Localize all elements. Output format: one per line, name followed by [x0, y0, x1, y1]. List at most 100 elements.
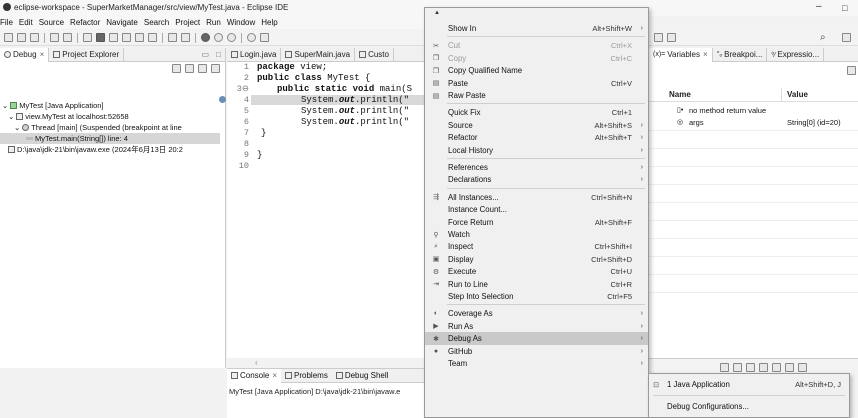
menu-item-debug-as[interactable]: ✱ Debug As ›: [425, 332, 648, 346]
menu-file[interactable]: File: [0, 18, 13, 27]
step-over-icon[interactable]: [135, 33, 144, 42]
tree-item-stack-frame[interactable]: MyTest.main(String[]) line: 4: [0, 133, 220, 144]
toolbar-icon[interactable]: [720, 363, 729, 372]
column-value[interactable]: Value: [787, 90, 808, 99]
debug-run-icon[interactable]: [201, 33, 210, 42]
menu-item-debug-configurations[interactable]: Debug Configurations...: [649, 400, 849, 413]
menu-refactor[interactable]: Refactor: [70, 18, 100, 27]
column-name[interactable]: Name: [669, 90, 691, 99]
menu-search[interactable]: Search: [144, 18, 169, 27]
maximize-view-icon[interactable]: □: [216, 50, 221, 59]
minimize-view-icon[interactable]: ▭: [201, 50, 209, 59]
tab-problems[interactable]: Problems: [281, 369, 332, 383]
variable-row[interactable]: ▯• no method return value: [649, 106, 858, 117]
tab-supermain-java[interactable]: SuperMain.java: [281, 47, 356, 62]
menu-item-step-into-selection[interactable]: Step Into Selection Ctrl+F5: [425, 290, 648, 303]
breakpoint-marker-icon[interactable]: [219, 96, 226, 103]
menu-item-coverage-as[interactable]: ◐ Coverage As ›: [425, 307, 648, 320]
menu-help[interactable]: Help: [261, 18, 277, 27]
step-into-icon[interactable]: [122, 33, 131, 42]
close-icon[interactable]: ×: [272, 371, 277, 380]
menu-item-display[interactable]: ▣ Display Ctrl+Shift+D: [425, 253, 648, 266]
code-area[interactable]: package view; public class MyTest { publ…: [227, 62, 430, 182]
pin-editor-icon[interactable]: [667, 33, 676, 42]
tree-item-process[interactable]: D:\java\jdk-21\bin\javaw.exe (2024年6月13日…: [0, 144, 183, 155]
tab-project-explorer[interactable]: Project Explorer: [49, 47, 125, 62]
perspective-icon[interactable]: [840, 33, 853, 42]
restore-button[interactable]: □: [842, 3, 847, 13]
toolbar-icon[interactable]: [733, 363, 742, 372]
toolbar-icon[interactable]: [772, 363, 781, 372]
tab-expressions[interactable]: ⁰⁄ Expressio...: [767, 47, 825, 62]
resume-icon[interactable]: [63, 33, 72, 42]
drop-to-frame-icon[interactable]: [168, 33, 177, 42]
new-icon[interactable]: [4, 33, 13, 42]
tab-variables[interactable]: (x)= Variables ×: [649, 47, 713, 62]
globe-icon[interactable]: [247, 33, 256, 42]
tab-login-java[interactable]: Login.java: [227, 47, 282, 62]
tab-console[interactable]: Console ×: [227, 368, 282, 383]
open-type-icon[interactable]: [260, 33, 269, 42]
suspend-icon[interactable]: [83, 33, 92, 42]
menu-item-inspect[interactable]: ⌕ Inspect Ctrl+Shift+I: [425, 240, 648, 253]
menu-item-quick-fix[interactable]: Quick Fix Ctrl+1: [425, 106, 648, 119]
toolbar-icon[interactable]: [746, 363, 755, 372]
menu-item-watch[interactable]: ⚲ Watch: [425, 228, 648, 241]
menu-window[interactable]: Window: [227, 18, 255, 27]
tree-item-vm[interactable]: ⌄ view.MyTest at localhost:52658: [0, 111, 129, 122]
view-menu-icon[interactable]: [845, 66, 858, 75]
remove-terminated-icon[interactable]: [185, 64, 194, 73]
minimize-button[interactable]: –: [816, 1, 822, 12]
disconnect-icon[interactable]: [109, 33, 118, 42]
forward-icon[interactable]: [654, 33, 663, 42]
menu-item-run-to-line[interactable]: ⇥ Run to Line Ctrl+R: [425, 278, 648, 291]
run-icon[interactable]: [214, 33, 223, 42]
menu-item-run-as[interactable]: ▶ Run As ›: [425, 320, 648, 333]
variable-row[interactable]: ◎ args String[0] (id=20): [649, 118, 858, 129]
tab-custo[interactable]: Custo: [355, 47, 394, 62]
menu-item-show-in[interactable]: Show In Alt+Shift+W ›: [425, 22, 648, 35]
menu-item-instance-count[interactable]: Instance Count...: [425, 203, 648, 216]
menu-item-java-application[interactable]: ⊡ 1 Java Application Alt+Shift+D, J: [649, 378, 849, 391]
collapse-all-icon[interactable]: [172, 64, 181, 73]
use-step-filters-icon[interactable]: [181, 33, 190, 42]
menu-item-declarations[interactable]: Declarations ›: [425, 173, 648, 186]
step-return-icon[interactable]: [148, 33, 157, 42]
tab-breakpoints[interactable]: °ₒ Breakpoi...: [713, 47, 768, 62]
menu-item-source[interactable]: Source Alt+Shift+S ›: [425, 119, 648, 132]
tab-debug[interactable]: Debug ×: [0, 47, 50, 62]
menu-edit[interactable]: Edit: [19, 18, 33, 27]
save-icon[interactable]: [17, 33, 26, 42]
tree-item-thread[interactable]: ⌄ Thread [main] (Suspended (breakpoint a…: [0, 122, 182, 133]
toolbar-icon[interactable]: [759, 363, 768, 372]
save-all-icon[interactable]: [30, 33, 39, 42]
tab-debug-shell[interactable]: Debug Shell: [332, 369, 393, 383]
terminate-icon[interactable]: [96, 33, 105, 42]
scroll-up-icon[interactable]: ▲: [434, 10, 440, 16]
tree-item-launch[interactable]: ⌄ MyTest [Java Application]: [0, 100, 104, 111]
menu-item-raw-paste[interactable]: ▤ Raw Paste: [425, 89, 648, 102]
toolbar-icon[interactable]: [798, 363, 807, 372]
menu-source[interactable]: Source: [39, 18, 64, 27]
skip-breakpoints-icon[interactable]: [50, 33, 59, 42]
search-icon[interactable]: ⌕: [820, 32, 826, 43]
menu-project[interactable]: Project: [175, 18, 200, 27]
menu-item-refactor[interactable]: Refactor Alt+Shift+T ›: [425, 131, 648, 144]
close-icon[interactable]: ×: [703, 50, 708, 59]
menu-item-references[interactable]: References ›: [425, 161, 648, 174]
menu-item-force-return[interactable]: Force Return Alt+Shift+F: [425, 216, 648, 229]
menu-navigate[interactable]: Navigate: [106, 18, 138, 27]
close-icon[interactable]: ×: [40, 50, 45, 59]
scroll-left-icon[interactable]: ‹: [255, 358, 258, 367]
menu-run[interactable]: Run: [206, 18, 221, 27]
menu-item-local-history[interactable]: Local History ›: [425, 144, 648, 157]
toolbar-icon[interactable]: [785, 363, 794, 372]
menu-item-execute[interactable]: ⚙ Execute Ctrl+U: [425, 265, 648, 278]
menu-item-team[interactable]: Team ›: [425, 357, 648, 370]
more-icon[interactable]: [211, 64, 220, 73]
menu-item-copy-qualified-name[interactable]: ❐ Copy Qualified Name: [425, 64, 648, 77]
coverage-icon[interactable]: [227, 33, 236, 42]
menu-item-paste[interactable]: ▤ Paste Ctrl+V: [425, 77, 648, 90]
menu-item-github[interactable]: ● GitHub ›: [425, 345, 648, 358]
code-editor[interactable]: Login.java SuperMain.java Custo 1 2 3⊖ 4…: [219, 47, 430, 367]
